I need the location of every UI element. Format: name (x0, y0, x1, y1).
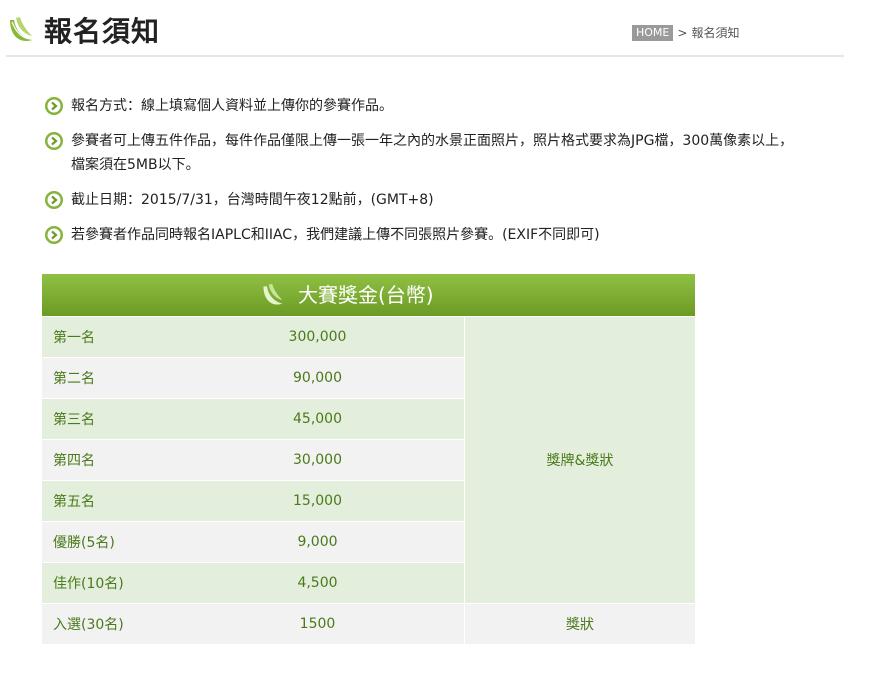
page-header: 報名須知 HOME > 報名須知 (0, 0, 845, 58)
rank-cell: 入選(30名) (42, 603, 171, 644)
table-row: 入選(30名) 1500 獎狀 (42, 603, 695, 644)
note-item: 報名方式：線上填寫個人資料並上傳你的參賽作品。 (44, 94, 804, 118)
rank-cell: 第四名 (42, 439, 171, 481)
amount-cell: 9,000 (171, 521, 465, 563)
note-text: 截止日期：2015/7/31，台灣時間午夜12點前，(GMT+8) (71, 192, 434, 208)
note-text: 參賽者可上傳五件作品，每件作品僅限上傳一張一年之內的水景正面照片，照片格式要求為… (71, 133, 794, 173)
arrow-bullet-icon (45, 97, 63, 115)
breadcrumb-current: 報名須知 (691, 26, 740, 40)
prize-table-header: 大賽獎金(台幣) (42, 274, 695, 316)
rank-cell: 佳作(10名) (42, 562, 171, 604)
amount-cell: 45,000 (171, 398, 465, 440)
rank-cell: 第二名 (42, 357, 171, 399)
amount-cell: 4,500 (171, 562, 465, 604)
rank-cell: 第三名 (42, 398, 171, 440)
amount-cell: 30,000 (171, 439, 465, 481)
amount-cell: 15,000 (171, 480, 465, 522)
amount-cell: 1500 (171, 603, 465, 644)
registration-notes: 報名方式：線上填寫個人資料並上傳你的參賽作品。 參賽者可上傳五件作品，每件作品僅… (44, 94, 804, 258)
rank-cell: 第一名 (42, 316, 171, 358)
leaf-icon (263, 283, 283, 305)
amount-cell: 90,000 (171, 357, 465, 399)
award-cell-medal-certificate: 獎牌&獎狀 (464, 316, 695, 604)
arrow-bullet-icon (45, 132, 63, 150)
note-text: 若參賽者作品同時報名IAPLC和IIAC，我們建議上傳不同張照片參賽。(EXIF… (71, 227, 600, 243)
prize-table-panel: 大賽獎金(台幣) 第一名 300,000 獎牌&獎狀 第二名 90,000 第三… (42, 274, 695, 644)
breadcrumb: HOME > 報名須知 (632, 24, 739, 41)
table-row: 第一名 300,000 獎牌&獎狀 (42, 316, 695, 604)
prize-table: 第一名 300,000 獎牌&獎狀 第二名 90,000 第三名 45,000 … (42, 316, 695, 644)
note-item: 參賽者可上傳五件作品，每件作品僅限上傳一張一年之內的水景正面照片，照片格式要求為… (44, 129, 804, 177)
award-cell-certificate: 獎狀 (464, 603, 695, 644)
header-divider (6, 55, 844, 57)
note-item: 截止日期：2015/7/31，台灣時間午夜12點前，(GMT+8) (44, 188, 804, 212)
amount-cell: 300,000 (171, 316, 465, 358)
arrow-bullet-icon (45, 191, 63, 209)
page-title: 報名須知 (44, 15, 161, 48)
rank-cell: 優勝(5名) (42, 521, 171, 563)
note-item: 若參賽者作品同時報名IAPLC和IIAC，我們建議上傳不同張照片參賽。(EXIF… (44, 223, 804, 247)
note-text: 報名方式：線上填寫個人資料並上傳你的參賽作品。 (71, 98, 393, 114)
breadcrumb-home-link[interactable]: HOME (632, 24, 674, 41)
breadcrumb-separator: > (677, 25, 688, 40)
prize-table-title: 大賽獎金(台幣) (298, 283, 434, 307)
arrow-bullet-icon (45, 226, 63, 244)
leaf-logo-icon (10, 17, 32, 42)
rank-cell: 第五名 (42, 480, 171, 522)
